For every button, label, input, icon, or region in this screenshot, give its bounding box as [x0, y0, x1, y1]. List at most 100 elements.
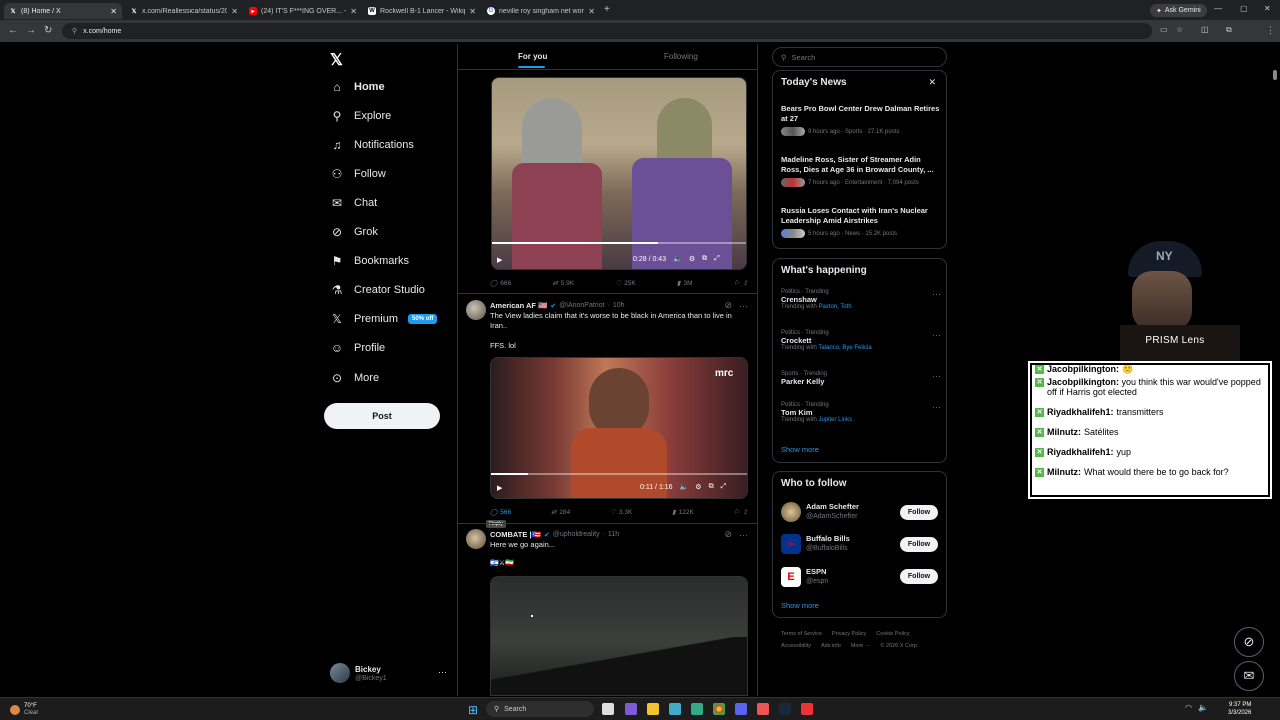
follow-button[interactable]: Follow	[900, 505, 938, 520]
repost-button[interactable]: ⇄ 5.9K	[552, 279, 574, 288]
app-icon[interactable]	[801, 703, 813, 715]
grok-icon[interactable]: ⊘	[724, 529, 732, 540]
close-icon[interactable]: ✕	[110, 7, 117, 16]
news-item[interactable]: Bears Pro Bowl Center Drew Dalman Retire…	[781, 104, 941, 136]
taskbar-search[interactable]: ⚲ Search	[486, 701, 594, 717]
steam-icon[interactable]	[779, 703, 791, 715]
extensions-icon[interactable]: ⧉	[1226, 25, 1232, 35]
maximize-button[interactable]: ▢	[1240, 4, 1248, 13]
grok-float-icon[interactable]: ⊘	[1234, 627, 1264, 657]
close-icon[interactable]: ✕	[469, 7, 476, 16]
tweet-timestamp[interactable]: 10h	[613, 302, 625, 309]
account-switcher[interactable]: Bickey @Bickey1 ···	[330, 663, 450, 685]
address-bar[interactable]: ⚲ x.com/home	[62, 23, 1152, 39]
more-dots-icon[interactable]: ···	[932, 289, 941, 299]
repost-button[interactable]: ⇄ 284	[551, 508, 570, 517]
close-icon[interactable]: ✕	[231, 7, 238, 16]
minimize-button[interactable]: —	[1214, 4, 1222, 13]
reply-button[interactable]: ◯ 566	[490, 508, 511, 517]
more-dots-icon[interactable]: ···	[932, 402, 941, 412]
tab-x-status[interactable]: 𝕏 x.com/Reallessica/status/2028... ✕	[125, 3, 243, 19]
weather-widget[interactable]: 70°F Clear	[10, 701, 80, 719]
search-input[interactable]: ⚲ Search	[772, 47, 947, 67]
nav-grok[interactable]: ⊘ Grok	[330, 222, 378, 242]
avatar[interactable]	[466, 300, 486, 320]
tab-youtube[interactable]: ▸ (24) IT'S F***ING OVER... - YouTube ✕	[244, 3, 362, 19]
task-view-icon[interactable]	[602, 703, 614, 715]
close-icon[interactable]: ✕	[588, 7, 595, 16]
settings-icon[interactable]: ⚙	[695, 483, 701, 491]
show-more-link[interactable]: Show more	[781, 445, 819, 454]
messages-float-icon[interactable]: ✉	[1234, 661, 1264, 691]
views-button[interactable]: ▮ 122K	[672, 508, 694, 517]
cast-icon[interactable]: ▭	[1160, 25, 1168, 34]
fullscreen-icon[interactable]: ⤢	[721, 483, 727, 491]
nav-creator-studio[interactable]: ⚗ Creator Studio	[330, 280, 425, 300]
video-progress-track[interactable]	[491, 473, 747, 475]
follow-button[interactable]: Follow	[900, 537, 938, 552]
app-icon[interactable]	[691, 703, 703, 715]
tab-google-search[interactable]: G neville roy singham net worth ✕	[482, 3, 600, 19]
new-tab-button[interactable]: +	[604, 4, 610, 15]
show-more-link[interactable]: Show more	[781, 601, 819, 610]
trend-item[interactable]: Politics · Trending Tom Kim Trending wit…	[781, 402, 941, 423]
author-name[interactable]: American AF 🇺🇸	[490, 301, 547, 310]
nav-profile[interactable]: ☺ Profile	[330, 338, 385, 358]
author-name[interactable]: COMBATE |🇵🇷	[490, 530, 541, 539]
system-tray[interactable]: ◠ 🔈	[1185, 703, 1208, 712]
post-button[interactable]: Post	[324, 403, 440, 429]
follow-button[interactable]: Follow	[900, 569, 938, 584]
windows-start-icon[interactable]: ⊞	[468, 703, 478, 717]
vscode-icon[interactable]	[669, 703, 681, 715]
site-info-icon[interactable]: ⚲	[72, 27, 77, 35]
tab-home-x[interactable]: 𝕏 (8) Home / X ✕	[4, 3, 122, 19]
nav-follow[interactable]: ⚇ Follow	[330, 164, 386, 184]
trend-item[interactable]: Politics · Trending Crenshaw Trending wi…	[781, 289, 941, 310]
avatar[interactable]	[466, 529, 486, 549]
volume-icon[interactable]: 🔈	[680, 483, 689, 491]
video-player[interactable]	[490, 576, 748, 696]
pip-icon[interactable]: ⧉	[702, 255, 707, 263]
play-icon[interactable]: ▶	[497, 484, 502, 492]
video-player[interactable]: mrc	[490, 357, 748, 499]
reply-button[interactable]: ◯ 666	[490, 279, 511, 288]
tab-for-you[interactable]: For you	[518, 52, 547, 61]
nav-notifications[interactable]: ♫ Notifications	[330, 135, 414, 155]
like-button[interactable]: ♡ 3.3K	[610, 508, 632, 517]
settings-icon[interactable]: ⚙	[689, 255, 695, 263]
bookmark-button[interactable]: ⚐ ⇪	[734, 279, 748, 287]
window-close-button[interactable]: ✕	[1264, 4, 1271, 13]
news-item[interactable]: Madeline Ross, Sister of Streamer Adin R…	[781, 155, 941, 187]
more-dots-icon[interactable]: ···	[932, 371, 941, 381]
nav-home[interactable]: ⌂ Home	[330, 77, 384, 97]
video-player[interactable]	[491, 77, 747, 270]
grok-icon[interactable]: ⊘	[724, 300, 732, 311]
pip-icon[interactable]: ⧉	[709, 483, 714, 491]
scrollbar[interactable]	[1273, 70, 1277, 80]
side-panel-icon[interactable]: ◫	[1201, 25, 1209, 34]
news-item[interactable]: Russia Loses Contact with Iran's Nuclear…	[781, 206, 941, 238]
nav-premium[interactable]: 𝕏 Premium 50% off	[330, 309, 438, 329]
bookmark-button[interactable]: ⚐ ⇪	[734, 508, 748, 516]
more-dots-icon[interactable]: ···	[932, 330, 941, 340]
author-handle[interactable]: @iAnonPatriot	[559, 302, 604, 309]
views-button[interactable]: ▮ 3M	[677, 279, 693, 288]
volume-icon[interactable]: 🔈	[673, 255, 682, 263]
x-logo-icon[interactable]: 𝕏	[330, 50, 343, 70]
tab-following[interactable]: Following	[664, 52, 698, 61]
like-button[interactable]: ♡ 25K	[615, 279, 635, 288]
ask-gemini-button[interactable]: ✦ Ask Gemini	[1150, 4, 1207, 17]
more-dots-icon[interactable]: ···	[739, 301, 748, 311]
clock[interactable]: 9:37 PM 3/3/2026	[1228, 701, 1251, 717]
copilot-icon[interactable]	[625, 703, 637, 715]
reload-icon[interactable]: ↻	[44, 25, 52, 36]
obs-icon[interactable]	[757, 703, 769, 715]
more-dots-icon[interactable]: ···	[739, 530, 748, 540]
bookmark-star-icon[interactable]: ☆	[1176, 25, 1183, 34]
forward-arrow-icon[interactable]: →	[26, 25, 36, 36]
trend-item[interactable]: Politics · Trending Crockett Trending wi…	[781, 330, 941, 351]
nav-bookmarks[interactable]: ⚑ Bookmarks	[330, 251, 409, 271]
nav-more[interactable]: ⊙ More	[330, 368, 379, 388]
close-icon[interactable]: ✕	[928, 77, 936, 88]
play-icon[interactable]: ▶	[497, 256, 502, 264]
